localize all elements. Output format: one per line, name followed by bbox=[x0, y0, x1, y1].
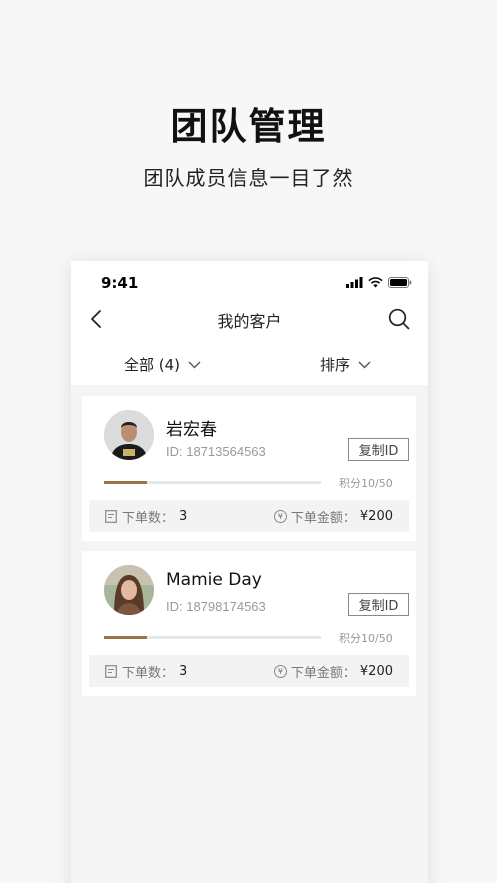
yen-icon: ¥ bbox=[273, 664, 287, 678]
points-text: 积分10/50 bbox=[339, 477, 393, 490]
customer-card[interactable]: Mamie Day ID: 18798174563 复制ID 积分10/50 下… bbox=[82, 551, 416, 696]
filter-all-dropdown[interactable]: 全部 (4) bbox=[124, 354, 201, 375]
battery-icon bbox=[388, 277, 412, 288]
chevron-down-icon bbox=[188, 361, 201, 368]
order-amount-label: 下单金额： bbox=[290, 510, 356, 526]
order-amount-value: ¥200 bbox=[359, 663, 393, 679]
promo-title: 团队管理 bbox=[170, 105, 327, 148]
order-count: 下单数： 3 bbox=[105, 655, 187, 687]
copy-id-button[interactable]: 复制ID bbox=[348, 438, 409, 461]
sort-label: 排序 bbox=[320, 356, 351, 374]
header-area: 9:41 我的客户 全部 (4) 排序 bbox=[71, 261, 428, 385]
customer-id: ID: 18798174563 bbox=[166, 599, 266, 614]
order-count-label: 下单数： bbox=[122, 665, 175, 681]
document-icon bbox=[105, 664, 117, 678]
customer-card[interactable]: 岩宏春 ID: 18713564563 复制ID 积分10/50 下单数： 3 ¥… bbox=[82, 396, 416, 541]
avatar bbox=[104, 565, 154, 615]
order-amount: ¥ 下单金额： ¥200 bbox=[273, 500, 393, 532]
phone-screen: 9:41 我的客户 全部 (4) 排序 岩宏春 ID: 18713564563 … bbox=[71, 261, 428, 883]
status-icons bbox=[346, 277, 412, 288]
customer-name: 岩宏春 bbox=[166, 420, 217, 440]
signal-icon bbox=[346, 277, 363, 288]
order-amount-label: 下单金额： bbox=[290, 665, 356, 681]
search-icon[interactable] bbox=[388, 308, 410, 330]
copy-id-button[interactable]: 复制ID bbox=[348, 593, 409, 616]
points-progress-fill bbox=[104, 481, 148, 484]
filter-all-label: 全部 (4) bbox=[124, 356, 181, 374]
order-amount-value: ¥200 bbox=[359, 508, 393, 524]
order-amount: ¥ 下单金额： ¥200 bbox=[273, 655, 393, 687]
points-progress-fill bbox=[104, 636, 148, 639]
order-count: 下单数： 3 bbox=[105, 500, 187, 532]
customer-name: Mamie Day bbox=[166, 570, 262, 590]
points-text: 积分10/50 bbox=[339, 632, 393, 645]
order-count-label: 下单数： bbox=[122, 510, 175, 526]
points-progress bbox=[104, 636, 321, 639]
chevron-down-icon bbox=[358, 361, 371, 368]
customer-id: ID: 18713564563 bbox=[166, 444, 266, 459]
yen-icon: ¥ bbox=[273, 509, 287, 523]
order-stats: 下单数： 3 ¥ 下单金额： ¥200 bbox=[89, 655, 409, 687]
promo-subtitle: 团队成员信息一目了然 bbox=[143, 166, 354, 190]
order-stats: 下单数： 3 ¥ 下单金额： ¥200 bbox=[89, 500, 409, 532]
status-time: 9:41 bbox=[101, 274, 139, 292]
wifi-icon bbox=[368, 277, 383, 288]
page-title: 我的客户 bbox=[217, 312, 282, 331]
document-icon bbox=[105, 509, 117, 523]
order-count-value: 3 bbox=[179, 663, 188, 679]
avatar bbox=[104, 410, 154, 460]
order-count-value: 3 bbox=[179, 508, 188, 524]
points-progress bbox=[104, 481, 321, 484]
sort-dropdown[interactable]: 排序 bbox=[320, 354, 371, 375]
